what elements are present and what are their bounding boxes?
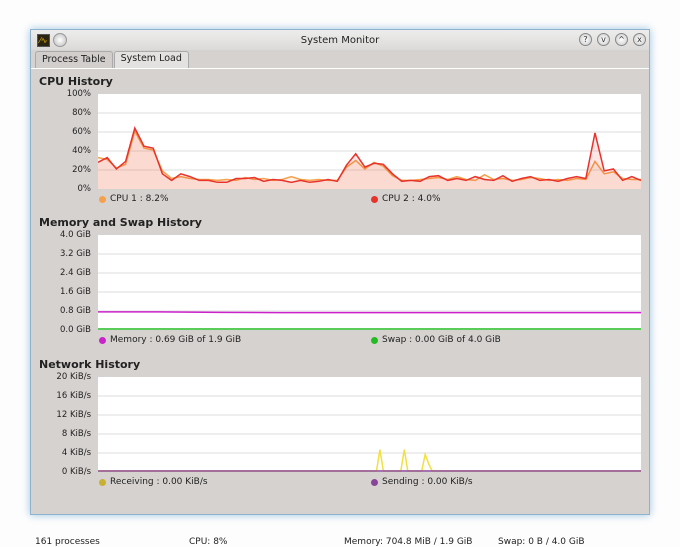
maximize-button[interactable]: ^ [615, 33, 628, 46]
y-tick-label: 3.2 GiB [60, 249, 91, 259]
legend-item: Swap : 0.00 GiB of 4.0 GiB [371, 335, 501, 345]
window-title: System Monitor [300, 35, 380, 46]
legend-item: Sending : 0.00 KiB/s [371, 477, 473, 487]
legend-dot-icon [371, 478, 378, 486]
legend-label: Receiving : 0.00 KiB/s [110, 477, 208, 487]
y-tick-label: 16 KiB/s [56, 391, 91, 401]
memory-history-title: Memory and Swap History [39, 216, 202, 229]
legend-dot-icon [99, 336, 106, 344]
y-tick-label: 4.0 GiB [60, 230, 91, 240]
minimize-button[interactable]: v [597, 33, 610, 46]
y-tick-label: 0% [77, 184, 92, 194]
legend-dot-icon [99, 478, 106, 486]
legend-dot-icon [371, 336, 378, 344]
title-bar[interactable]: ⁄∿ System Monitor ? v ^ x [31, 30, 649, 50]
cpu-history-title: CPU History [39, 75, 113, 88]
y-tick-label: 0.8 GiB [60, 306, 91, 316]
legend-item: CPU 1 : 8.2% [99, 194, 169, 204]
close-button[interactable]: x [633, 33, 646, 46]
y-tick-label: 1.6 GiB [60, 287, 91, 297]
y-tick-label: 20% [72, 165, 91, 175]
legend-item: Receiving : 0.00 KiB/s [99, 477, 208, 487]
network-history-title: Network History [39, 358, 141, 371]
network-plot [98, 377, 641, 472]
network-chart [98, 395, 641, 472]
legend-label: CPU 1 : 8.2% [110, 194, 169, 204]
y-tick-label: 0 KiB/s [61, 467, 91, 477]
status-swap: Swap: 0 B / 4.0 GiB [498, 537, 585, 547]
memory-chart [98, 253, 641, 330]
legend-item: CPU 2 : 4.0% [371, 194, 441, 204]
y-tick-label: 0.0 GiB [60, 325, 91, 335]
status-memory: Memory: 704.8 MiB / 1.9 GiB [344, 537, 473, 547]
y-tick-label: 2.4 GiB [60, 268, 91, 278]
tab-system-load[interactable]: System Load [113, 51, 189, 68]
y-tick-label: 40% [72, 146, 91, 156]
legend-dot-icon [371, 195, 378, 203]
cpu-plot [98, 94, 641, 189]
status-processes: 161 processes [35, 537, 100, 547]
system-monitor-window: ⁄∿ System Monitor ? v ^ x Process Table … [30, 29, 650, 547]
y-tick-label: 80% [72, 108, 91, 118]
status-cpu: CPU: 8% [189, 537, 228, 547]
tab-process-table[interactable]: Process Table [35, 51, 113, 68]
cpu-chart [98, 112, 641, 189]
series-line-memory [98, 311, 641, 314]
y-tick-label: 4 KiB/s [61, 448, 91, 458]
legend-label: Memory : 0.69 GiB of 1.9 GiB [110, 335, 242, 345]
y-tick-label: 60% [72, 127, 91, 137]
legend-label: Swap : 0.00 GiB of 4.0 GiB [382, 335, 501, 345]
legend-dot-icon [99, 195, 106, 203]
help-button[interactable]: ? [579, 33, 592, 46]
legend-label: CPU 2 : 4.0% [382, 194, 441, 204]
legend-label: Sending : 0.00 KiB/s [382, 477, 473, 487]
legend-item: Memory : 0.69 GiB of 1.9 GiB [99, 335, 241, 345]
y-tick-label: 100% [66, 89, 91, 99]
y-tick-label: 12 KiB/s [56, 410, 91, 420]
y-tick-label: 20 KiB/s [56, 372, 91, 382]
y-tick-label: 8 KiB/s [61, 429, 91, 439]
memory-plot [98, 235, 641, 330]
